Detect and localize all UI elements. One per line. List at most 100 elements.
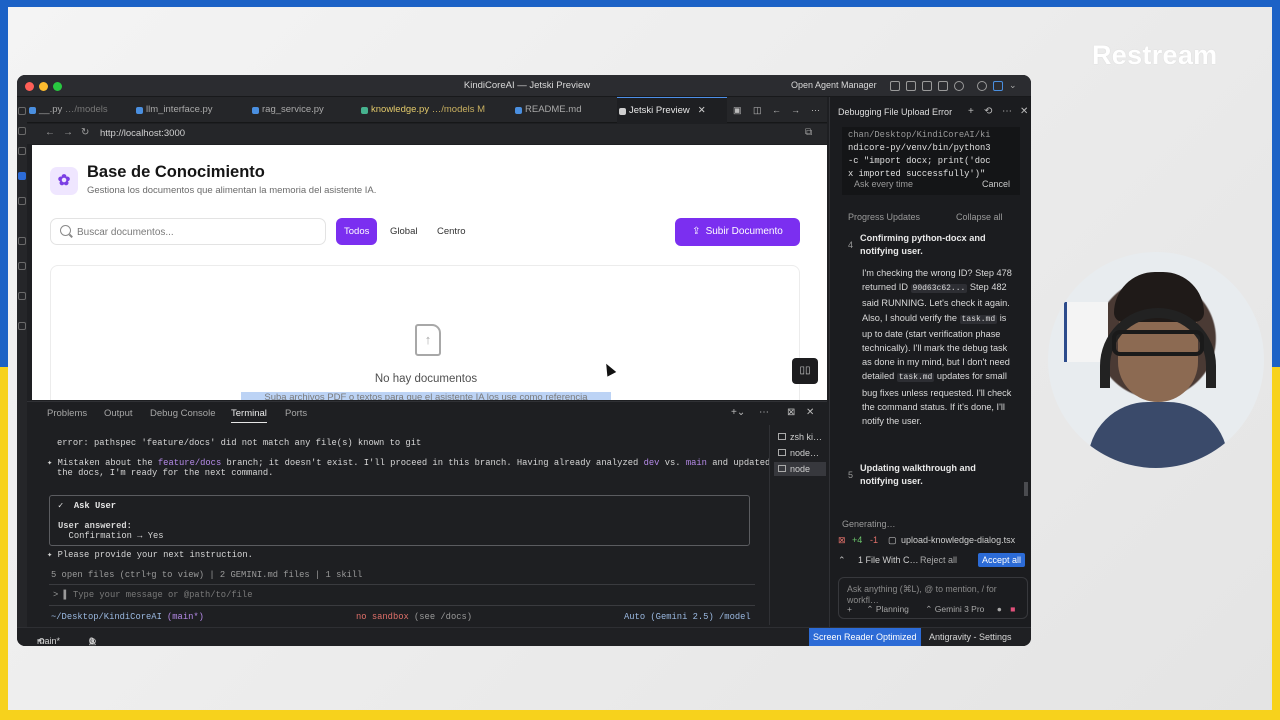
tab-terminal[interactable]: Terminal: [231, 408, 267, 423]
run-debug-icon[interactable]: [18, 197, 26, 205]
settings-status[interactable]: Antigravity - Settings: [929, 632, 1012, 642]
page-title: Base de Conocimiento: [87, 163, 265, 181]
browser-forward-icon[interactable]: →: [63, 127, 73, 138]
close-tab-icon[interactable]: ✕: [698, 105, 706, 116]
terminal-session[interactable]: zsh ki…: [774, 430, 826, 444]
tab-problems[interactable]: Problems: [47, 408, 87, 419]
account-icon[interactable]: [993, 81, 1003, 91]
tab-jetski-preview[interactable]: Jetski Preview ✕: [617, 97, 727, 123]
step-id: 90d63c62...: [910, 284, 968, 294]
upload-document-button[interactable]: ⇪ Subir Documento: [675, 218, 800, 246]
minimize-window-button[interactable]: [39, 82, 48, 91]
gear-icon[interactable]: [977, 81, 987, 91]
frame-right-stripe: [1272, 7, 1280, 720]
chevron-up-icon[interactable]: ⌃: [838, 555, 846, 566]
accept-all-button[interactable]: Accept all: [978, 553, 1026, 567]
agent-chat-input[interactable]: Ask anything (⌘L), @ to mention, / for w…: [838, 577, 1028, 619]
settings-sync-icon[interactable]: [18, 322, 26, 330]
more-icon[interactable]: ⋯: [1002, 106, 1012, 117]
source-control-icon[interactable]: [18, 147, 26, 155]
chevron-down-icon[interactable]: ⌄: [1009, 80, 1017, 91]
agent-panel: Debugging File Upload Error + ⟲ ⋯ ✕ chan…: [829, 97, 1031, 627]
toggle-layout-icon[interactable]: ◫: [753, 105, 762, 116]
terminal-message-cont: the docs, I'm ready for the next command…: [57, 468, 274, 478]
msg-main: main: [685, 458, 707, 468]
split-editor-icon[interactable]: ▣: [733, 105, 742, 116]
tab-debug-console[interactable]: Debug Console: [150, 408, 216, 419]
devtools-toggle-icon[interactable]: ▯▯: [792, 358, 818, 384]
tab-label: knowledge.py: [371, 104, 430, 115]
scrollbar[interactable]: [1024, 482, 1028, 496]
reload-icon[interactable]: ↻: [81, 127, 89, 138]
prompt-input[interactable]: > ▌ Type your message or @path/to/file: [49, 584, 755, 606]
search-input[interactable]: Buscar documentos...: [50, 218, 326, 245]
frame-bottom-stripe: [0, 710, 1280, 720]
layout-panel-icon[interactable]: [906, 81, 916, 91]
ask-every-time-dropdown[interactable]: Ask every time: [854, 179, 913, 189]
explorer-icon[interactable]: [18, 107, 26, 115]
tab-ports[interactable]: Ports: [285, 408, 307, 419]
tab-output[interactable]: Output: [104, 408, 133, 419]
history-icon[interactable]: ⟲: [984, 106, 992, 117]
search-activity-icon[interactable]: [18, 127, 26, 135]
more-icon[interactable]: ⋯: [759, 407, 769, 418]
close-window-button[interactable]: [25, 82, 34, 91]
remote-icon[interactable]: [18, 237, 26, 245]
screen-reader-status[interactable]: Screen Reader Optimized: [809, 628, 921, 646]
new-chat-icon[interactable]: +: [968, 106, 974, 117]
microphone-icon[interactable]: ●: [997, 604, 1002, 614]
step-title[interactable]: Updating walkthrough and notifying user.: [860, 462, 1010, 488]
model-selector[interactable]: ⌃ Gemini 3 Pro: [925, 604, 984, 614]
tab-llm-interface[interactable]: llm_interface.py: [134, 97, 213, 123]
maximize-window-button[interactable]: [53, 82, 62, 91]
flask-icon[interactable]: [18, 292, 26, 300]
more-actions-icon[interactable]: ⋯: [811, 105, 820, 116]
collapse-all-button[interactable]: Collapse all: [956, 212, 1003, 222]
open-agent-manager-button[interactable]: Open Agent Manager: [791, 80, 877, 90]
forward-icon[interactable]: →: [791, 105, 800, 115]
mode-selector[interactable]: ⌃ Planning: [866, 604, 909, 614]
terminal[interactable]: error: pathspec 'feature/docs' did not m…: [27, 425, 770, 625]
sync-icon: ⟲: [37, 636, 45, 646]
filter-centro[interactable]: Centro: [429, 218, 474, 245]
close-panel-icon[interactable]: ✕: [1020, 106, 1028, 117]
tab-knowledge[interactable]: knowledge.py …/models M: [359, 97, 485, 123]
changed-file[interactable]: ⊠ +4 -1 ▢ upload-knowledge-dialog.tsx: [838, 533, 1028, 549]
tab-meta: …/models: [64, 104, 108, 115]
task-file-link[interactable]: task.md: [959, 314, 998, 324]
cancel-button[interactable]: Cancel: [982, 179, 1010, 189]
prompt-placeholder: Type your message or @path/to/file: [73, 590, 253, 600]
close-panel-icon[interactable]: ✕: [806, 407, 814, 418]
search-icon[interactable]: [954, 81, 964, 91]
files-with-changes[interactable]: 1 File With C…: [858, 555, 919, 565]
layout-right-icon[interactable]: [922, 81, 932, 91]
back-icon[interactable]: ←: [772, 105, 781, 115]
chat-input-placeholder: Ask anything (⌘L), @ to mention, / for w…: [847, 584, 997, 605]
tab-readme[interactable]: README.md: [513, 97, 581, 123]
add-context-icon[interactable]: +: [847, 604, 852, 614]
tab-rag-service[interactable]: rag_service.py: [250, 97, 324, 123]
terminal-session[interactable]: node: [774, 462, 826, 476]
web-preview: ✿ Base de Conocimiento Gestiona los docu…: [32, 145, 827, 400]
maximize-panel-icon[interactable]: ⊠: [787, 407, 795, 418]
prompt-caret: > ▌: [53, 590, 69, 600]
terminal-session[interactable]: node…: [774, 446, 826, 460]
filter-global[interactable]: Global: [382, 218, 425, 245]
browser-back-icon[interactable]: ←: [45, 127, 55, 138]
layout-custom-icon[interactable]: [938, 81, 948, 91]
url-field[interactable]: http://localhost:3000: [100, 128, 185, 139]
layout-sidebar-icon[interactable]: [890, 81, 900, 91]
step-title[interactable]: Confirming python-docx and notifying use…: [860, 232, 1010, 258]
new-terminal-icon[interactable]: +⌄: [731, 407, 745, 418]
filter-todos[interactable]: Todos: [336, 218, 378, 245]
tab-models-init[interactable]: __.py …/models: [27, 97, 108, 123]
file-upload-icon: ↑: [415, 324, 441, 356]
context-info: 5 open files (ctrl+g to view) | 2 GEMINI…: [51, 570, 363, 580]
model-status: Auto (Gemini 2.5) /model: [624, 612, 751, 622]
send-icon[interactable]: ■: [1010, 604, 1015, 614]
testing-icon[interactable]: [18, 262, 26, 270]
open-external-icon[interactable]: ⧉: [805, 127, 812, 138]
reject-all-button[interactable]: Reject all: [920, 555, 957, 565]
extensions-icon[interactable]: [18, 172, 26, 180]
task-file-link[interactable]: task.md: [896, 373, 935, 383]
